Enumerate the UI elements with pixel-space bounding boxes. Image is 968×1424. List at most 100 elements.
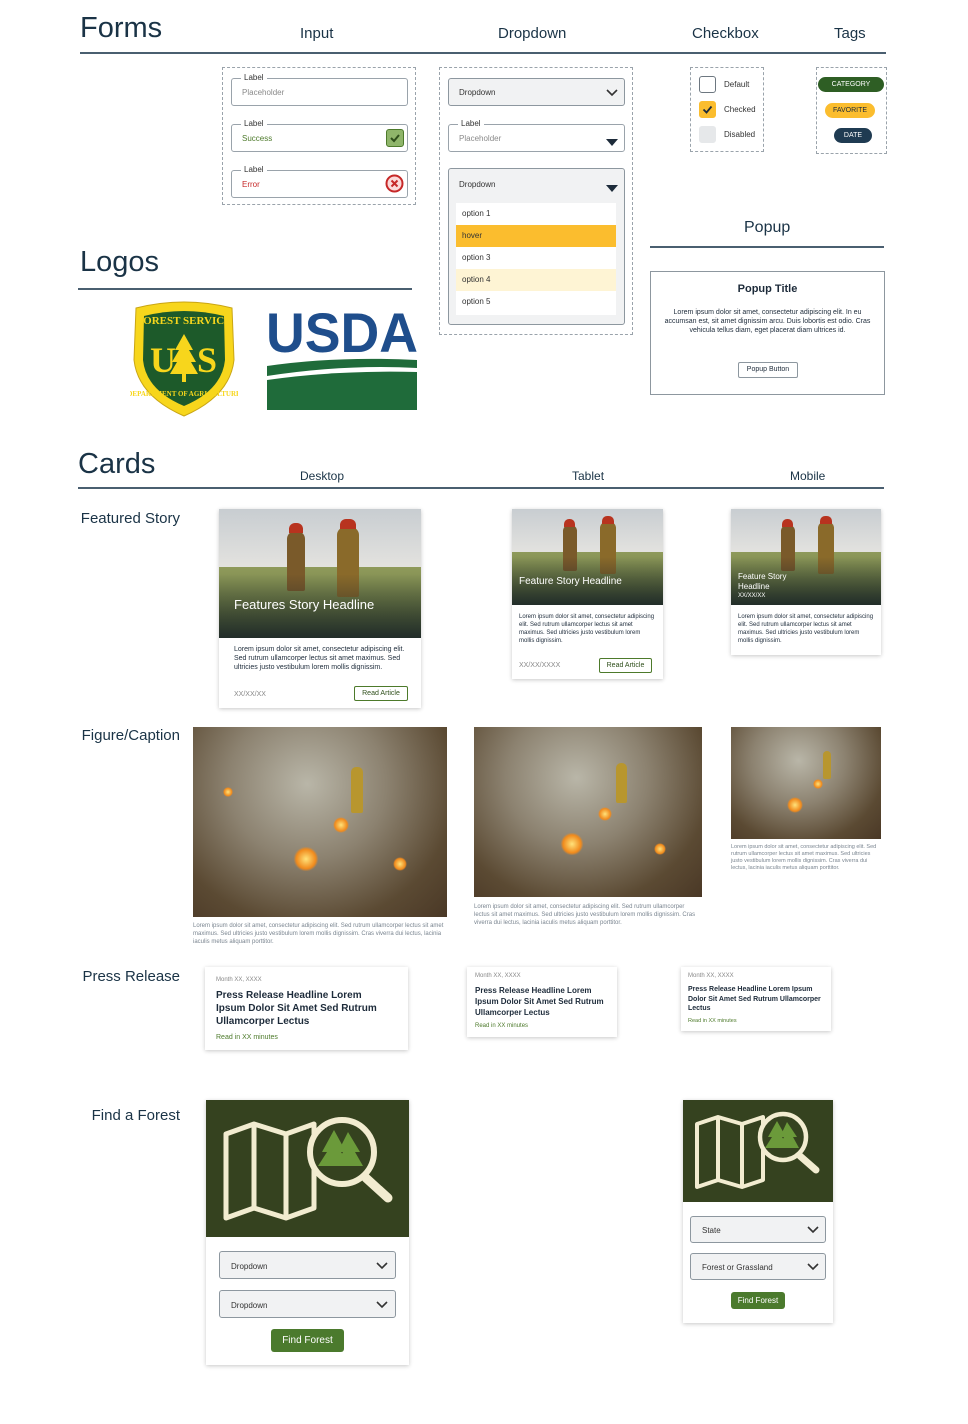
tags-column-heading: Tags <box>834 25 866 42</box>
popup-heading: Popup <box>744 219 791 236</box>
svg-text:FOREST SERVICE: FOREST SERVICE <box>136 315 231 327</box>
featured-date: XX/XX/XX <box>738 593 766 599</box>
featured-card-desktop[interactable]: Features Story Headline Lorem ipsum dolo… <box>219 509 421 708</box>
tag-date[interactable]: DATE <box>834 128 872 143</box>
usda-logo: USDA <box>265 300 419 412</box>
read-article-button[interactable]: Read Article <box>354 686 408 701</box>
desktop-column-heading: Desktop <box>300 469 345 483</box>
find-dropdown-1[interactable]: Dropdown <box>219 1251 396 1279</box>
read-article-button[interactable]: Read Article <box>599 658 652 673</box>
press-card-tablet[interactable]: Month XX, XXXX Press Release Headline Lo… <box>467 967 617 1037</box>
tag-group: CATEGORY FAVORITE DATE <box>816 67 887 154</box>
dropdown-group: Dropdown Label Placeholder Dropdown opti… <box>439 67 633 335</box>
featured-photo: Features Story Headline <box>219 509 421 638</box>
featured-headline: Features Story Headline <box>234 597 375 612</box>
press-read-time: Read in XX minutes <box>688 1018 737 1024</box>
chevron-down-icon <box>806 1223 820 1241</box>
press-date: Month XX, XXXX <box>216 977 262 983</box>
featured-date: XX/XX/XXXX <box>519 662 561 669</box>
mobile-column-heading: Mobile <box>790 469 826 483</box>
dropdown-closed-text: Dropdown <box>459 88 496 97</box>
forms-heading: Forms <box>80 12 163 44</box>
featured-body: Lorem ipsum dolor sit amet, consectetur … <box>234 646 405 671</box>
svg-text:USDA: USDA <box>266 301 418 364</box>
dropdown-option-selected[interactable]: option 4 <box>456 269 616 291</box>
checkbox-checked[interactable] <box>699 101 716 118</box>
input-label: Label <box>241 165 267 174</box>
find-forest-button[interactable]: Find Forest <box>731 1292 785 1309</box>
checkbox-default[interactable] <box>699 76 716 93</box>
cards-divider <box>78 487 884 489</box>
checkbox-label: Disabled <box>724 130 756 139</box>
dropdown-option[interactable]: option 1 <box>456 203 614 225</box>
caret-down-icon <box>606 180 618 198</box>
press-card-mobile[interactable]: Month XX, XXXX Press Release Headline Lo… <box>681 967 831 1031</box>
input-label: Label <box>241 119 267 128</box>
input-placeholder: Placeholder <box>242 88 285 97</box>
find-forest-card-desktop: Dropdown Dropdown Find Forest <box>206 1100 409 1365</box>
success-check-icon <box>386 129 404 147</box>
press-read-time: Read in XX minutes <box>216 1034 278 1041</box>
featured-photo: Feature Story Headline <box>512 509 663 605</box>
featured-story-label: Featured Story <box>80 510 180 527</box>
dropdown-open[interactable]: Dropdown option 1 hover option 3 option … <box>448 168 625 325</box>
text-input-success[interactable]: Label Success <box>231 119 408 152</box>
press-release-label: Press Release <box>82 968 180 985</box>
popup-title: Popup Title <box>737 283 798 295</box>
cards-heading: Cards <box>78 448 156 480</box>
checkbox-disabled <box>699 126 716 143</box>
chevron-down-icon <box>806 1260 820 1278</box>
svg-text:DEPARTMENT OF AGRICULTURE: DEPARTMENT OF AGRICULTURE <box>130 390 238 398</box>
featured-card-mobile[interactable]: Feature Story Headline XX/XX/XX Lorem ip… <box>731 509 881 655</box>
map-search-icon <box>683 1100 833 1202</box>
popup-button[interactable]: Popup Button <box>738 362 798 378</box>
checkbox-group: Default Checked Disabled <box>690 67 764 152</box>
dropdown-option[interactable]: option 5 <box>456 291 614 313</box>
dropdown-text: Dropdown <box>231 1262 268 1271</box>
featured-photo: Feature Story Headline XX/XX/XX <box>731 509 881 605</box>
popup-dialog: Popup Title Lorem ipsum dolor sit amet, … <box>650 271 885 395</box>
input-error-value: Error <box>242 180 260 189</box>
text-input-default[interactable]: Label Placeholder <box>231 73 408 106</box>
dropdown-closed[interactable]: Dropdown <box>448 78 625 106</box>
featured-date: XX/XX/XX <box>234 691 266 698</box>
press-title: Press Release Headline Lorem Ipsum Dolor… <box>688 986 821 1012</box>
chevron-down-icon <box>375 1259 389 1277</box>
press-read-time: Read in XX minutes <box>475 1023 529 1029</box>
logos-divider <box>78 288 412 290</box>
find-forest-button[interactable]: Find Forest <box>271 1329 344 1352</box>
dropdown-text: Dropdown <box>231 1301 268 1310</box>
popup-divider <box>650 246 884 248</box>
dropdown-options-list: option 1 hover option 3 option 4 option … <box>456 203 616 315</box>
dropdown-option[interactable]: option 3 <box>456 247 614 269</box>
logos-heading: Logos <box>80 246 160 278</box>
check-icon <box>702 105 713 114</box>
figure-caption-label: Figure/Caption <box>81 727 180 744</box>
figure-caption-tablet: Lorem ipsum dolor sit amet, consectetur … <box>474 904 696 926</box>
tag-favorite[interactable]: FAVORITE <box>825 103 875 118</box>
checkbox-label: Default <box>724 80 750 89</box>
press-title: Press Release Headline Lorem Ipsum Dolor… <box>475 986 604 1017</box>
caret-down-icon <box>606 134 618 152</box>
featured-headline: Feature Story Headline <box>519 576 622 587</box>
popup-body: Lorem ipsum dolor sit amet, consectetur … <box>664 309 871 334</box>
text-input-error[interactable]: Label Error <box>231 165 408 198</box>
tablet-column-heading: Tablet <box>572 469 605 483</box>
map-search-icon <box>206 1100 409 1237</box>
svg-text:S: S <box>197 340 217 380</box>
find-dropdown-2[interactable]: Dropdown <box>219 1290 396 1318</box>
dropdown-labeled[interactable]: Label Placeholder <box>448 119 625 152</box>
tag-category[interactable]: CATEGORY <box>818 77 884 92</box>
press-date: Month XX, XXXX <box>475 973 521 979</box>
dropdown-option-hover[interactable]: hover <box>456 225 616 247</box>
forest-grassland-dropdown[interactable]: Forest or Grassland <box>690 1253 826 1280</box>
state-dropdown[interactable]: State <box>690 1216 826 1243</box>
press-card-desktop[interactable]: Month XX, XXXX Press Release Headline Lo… <box>205 967 408 1050</box>
find-a-forest-label: Find a Forest <box>91 1107 180 1124</box>
featured-card-tablet[interactable]: Feature Story Headline Lorem ipsum dolor… <box>512 509 663 679</box>
chevron-down-icon <box>375 1298 389 1316</box>
checkbox-label: Checked <box>724 105 756 114</box>
error-x-icon <box>385 174 404 198</box>
dropdown-label: Label <box>458 119 484 128</box>
figure-image-tablet <box>474 727 702 897</box>
